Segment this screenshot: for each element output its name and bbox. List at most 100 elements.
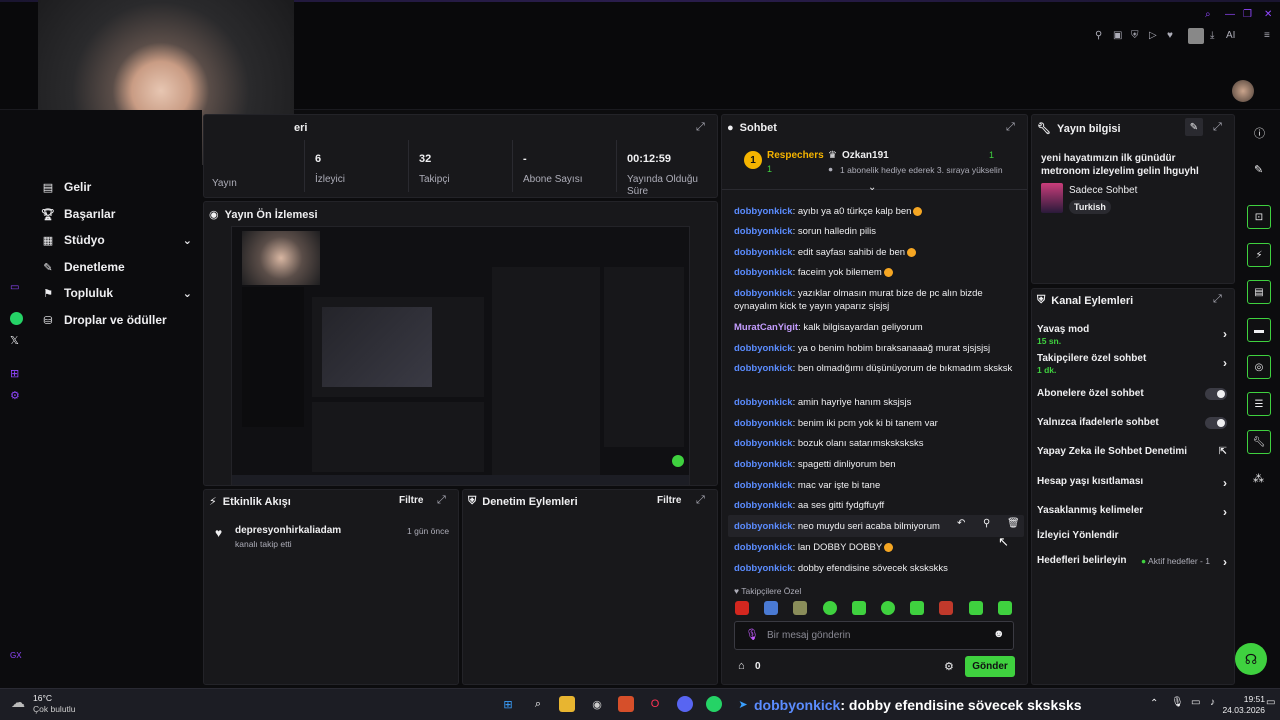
user-avatar[interactable] [1232,80,1254,102]
broadcast-icon[interactable]: ◎ [1247,355,1271,379]
sidebar-item-studio[interactable]: ▦ Stüdyo ⌄ [42,233,192,247]
chat-message[interactable]: dobbyonkick: edit sayfası sahibi de ben [734,246,1024,259]
cube-icon[interactable]: ▣ [1113,30,1122,41]
chat-message[interactable]: dobbyonkick: faceim yok bilemem [734,266,1024,279]
chat-message[interactable]: dobbyonkick: lan DOBBY DOBBY [734,541,1024,554]
wrench-icon[interactable]: 🔧︎ [1247,430,1271,454]
account-age-item[interactable]: Hesap yaşı kısıtlaması › [1037,476,1227,490]
chat-message[interactable]: dobbyonkick: sorun halledin pilis [734,225,1024,238]
send-button[interactable]: Gönder [965,656,1015,677]
mic-icon[interactable]: 🎙︎ [1171,697,1184,708]
pencil-icon[interactable]: ✎ [1254,163,1263,176]
expand-icon[interactable]: ⤢ [1213,121,1222,134]
slow-mode-item[interactable]: Yavaş mod 15 sn. › [1037,324,1227,346]
stream-preview[interactable] [231,226,690,486]
emote-icon[interactable] [735,601,749,615]
chat-message[interactable]: dobbyonkick: spagetti dinliyorum ben [734,458,1024,471]
gifter-name[interactable]: Ozkan191 [842,150,889,161]
expand-icon[interactable]: ⤢ [696,494,705,507]
explorer-icon[interactable] [559,696,575,712]
minimize-icon[interactable]: — [1225,9,1235,20]
download-icon[interactable]: ⤓ [1210,30,1214,41]
expand-icon[interactable]: ⤢ [696,121,705,134]
subs-chat-toggle[interactable] [1205,388,1227,400]
chat-message[interactable]: MuratCanYigit: kalk bilgisayardan geliyo… [734,321,1024,334]
support-icon[interactable]: ☊ [1235,643,1267,675]
emote-icon[interactable] [998,601,1012,615]
sidebar-item-revenue[interactable]: ▤ Gelir [42,180,192,194]
leader-name[interactable]: Respechers [767,150,824,161]
emote-icon[interactable] [793,601,807,615]
chat-message[interactable]: dobbyonkick: mac var işte bi tane [734,479,1024,492]
info-icon[interactable]: ⓘ [1254,125,1265,141]
mic-icon[interactable]: 🎙︎ [745,628,759,641]
close-icon[interactable]: ✕ [1264,9,1272,20]
banned-words-item[interactable]: Yasaklanmış kelimeler › [1037,505,1227,519]
app-icon[interactable] [618,696,634,712]
chat-message[interactable]: dobbyonkick: ya o benim hobim bıraksanaa… [734,342,1024,355]
chat-message[interactable]: dobbyonkick: amin hayriye hanım sksjsjs [734,396,1024,409]
profile-avatar[interactable] [1188,28,1204,44]
emote-icon[interactable] [764,601,778,615]
store-icon[interactable]: ⌂ [738,660,745,672]
apps-icon[interactable]: ⊞ [10,367,19,380]
whatsapp-icon[interactable] [706,696,722,712]
edit-icon[interactable]: ✎ [1185,118,1203,136]
obs-icon[interactable]: ◉ [589,696,605,712]
viewer-redirect-item[interactable]: İzleyici Yönlendir [1037,530,1227,541]
emote-icon[interactable] [910,601,924,615]
bolt-icon[interactable]: ⚡ [1247,243,1271,267]
sidebar-item-achievements[interactable]: 🏆︎ Başarılar [41,207,192,221]
reply-icon[interactable]: ↶ [957,518,965,529]
expand-icon[interactable]: ⤢ [1213,293,1222,306]
play-icon[interactable]: ▷ [1149,30,1157,41]
dots-icon[interactable]: ⁂ [1253,472,1264,485]
event-user[interactable]: depresyonhirkaliadam [235,525,341,536]
chat-message[interactable]: dobbyonkick: ben olmadığımı düşünüyorum … [734,362,1024,375]
notification-icon[interactable]: ▭ [1266,697,1275,708]
chat-message[interactable]: dobbyonkick: bozuk olanı satarımsksksksk… [734,437,1024,450]
search-icon[interactable]: ⌕ [1205,9,1211,20]
layout-icon[interactable]: ☰ [1247,392,1271,416]
ai-mod-item[interactable]: Yapay Zeka ile Sohbet Denetimi ⇱ [1037,446,1227,457]
telegram-icon[interactable]: ➤ [735,696,751,712]
shield-icon[interactable]: ⛨ [1131,30,1139,41]
opera-sidebar-icon[interactable]: ▭ [10,282,19,293]
notes-icon[interactable]: ▤ [1247,280,1271,304]
heart-icon[interactable]: ♥ [1167,30,1173,41]
activity-filter-button[interactable]: Filtre [399,495,423,506]
chat-message[interactable]: dobbyonkick: dobby efendisine sövecek sk… [734,562,1024,575]
emote-icon[interactable] [939,601,953,615]
opera-gx-icon[interactable]: O [647,696,663,712]
tag-badge[interactable]: Turkish [1069,200,1111,214]
sidebar-item-moderation[interactable]: ✎ Denetleme [42,260,192,274]
pin-icon[interactable]: ⚲ [1095,30,1102,41]
discord-icon[interactable] [677,696,693,712]
chat-message[interactable]: dobbyonkick: benim iki pcm yok ki bi tan… [734,417,1024,430]
ai-icon[interactable]: AI [1226,30,1235,41]
delete-icon[interactable]: 🗑︎ [1007,518,1020,529]
emotes-chat-toggle[interactable] [1205,417,1227,429]
collapse-icon[interactable]: ⌄ [868,182,876,193]
settings-icon[interactable]: ⚙ [10,389,20,402]
mod-filter-button[interactable]: Filtre [657,495,681,506]
emote-icon[interactable] [969,601,983,615]
emoji-icon[interactable]: ☻ [993,628,1005,640]
pin-icon[interactable]: ⚲ [983,518,990,529]
sidebar-item-drops[interactable]: ⛁ Droplar ve ödüller [42,313,192,327]
expand-icon[interactable]: ⤢ [1006,121,1015,134]
chat-message[interactable]: dobbyonkick: neo muydu seri acaba bilmiy… [734,520,1024,533]
chat-message[interactable]: dobbyonkick: yazıklar olmasın murat bize… [734,287,1024,313]
emote-icon[interactable] [852,601,866,615]
restore-icon[interactable]: ❐ [1243,9,1252,20]
x-icon[interactable]: 𝕏 [10,334,19,347]
emote-icon[interactable] [881,601,895,615]
category-thumbnail[interactable] [1041,183,1063,213]
emote-icon[interactable] [823,601,837,615]
search-icon[interactable]: ⌕ [530,696,546,712]
chat-bubble-icon[interactable]: ▬ [1247,318,1271,342]
followers-chat-item[interactable]: Takipçilere özel sohbet 1 dk. › [1037,353,1227,375]
clip-icon[interactable]: ⊡ [1247,205,1271,229]
sidebar-item-community[interactable]: ⚑ Topluluk ⌄ [42,286,192,300]
category-name[interactable]: Sadece Sohbet [1069,185,1137,196]
